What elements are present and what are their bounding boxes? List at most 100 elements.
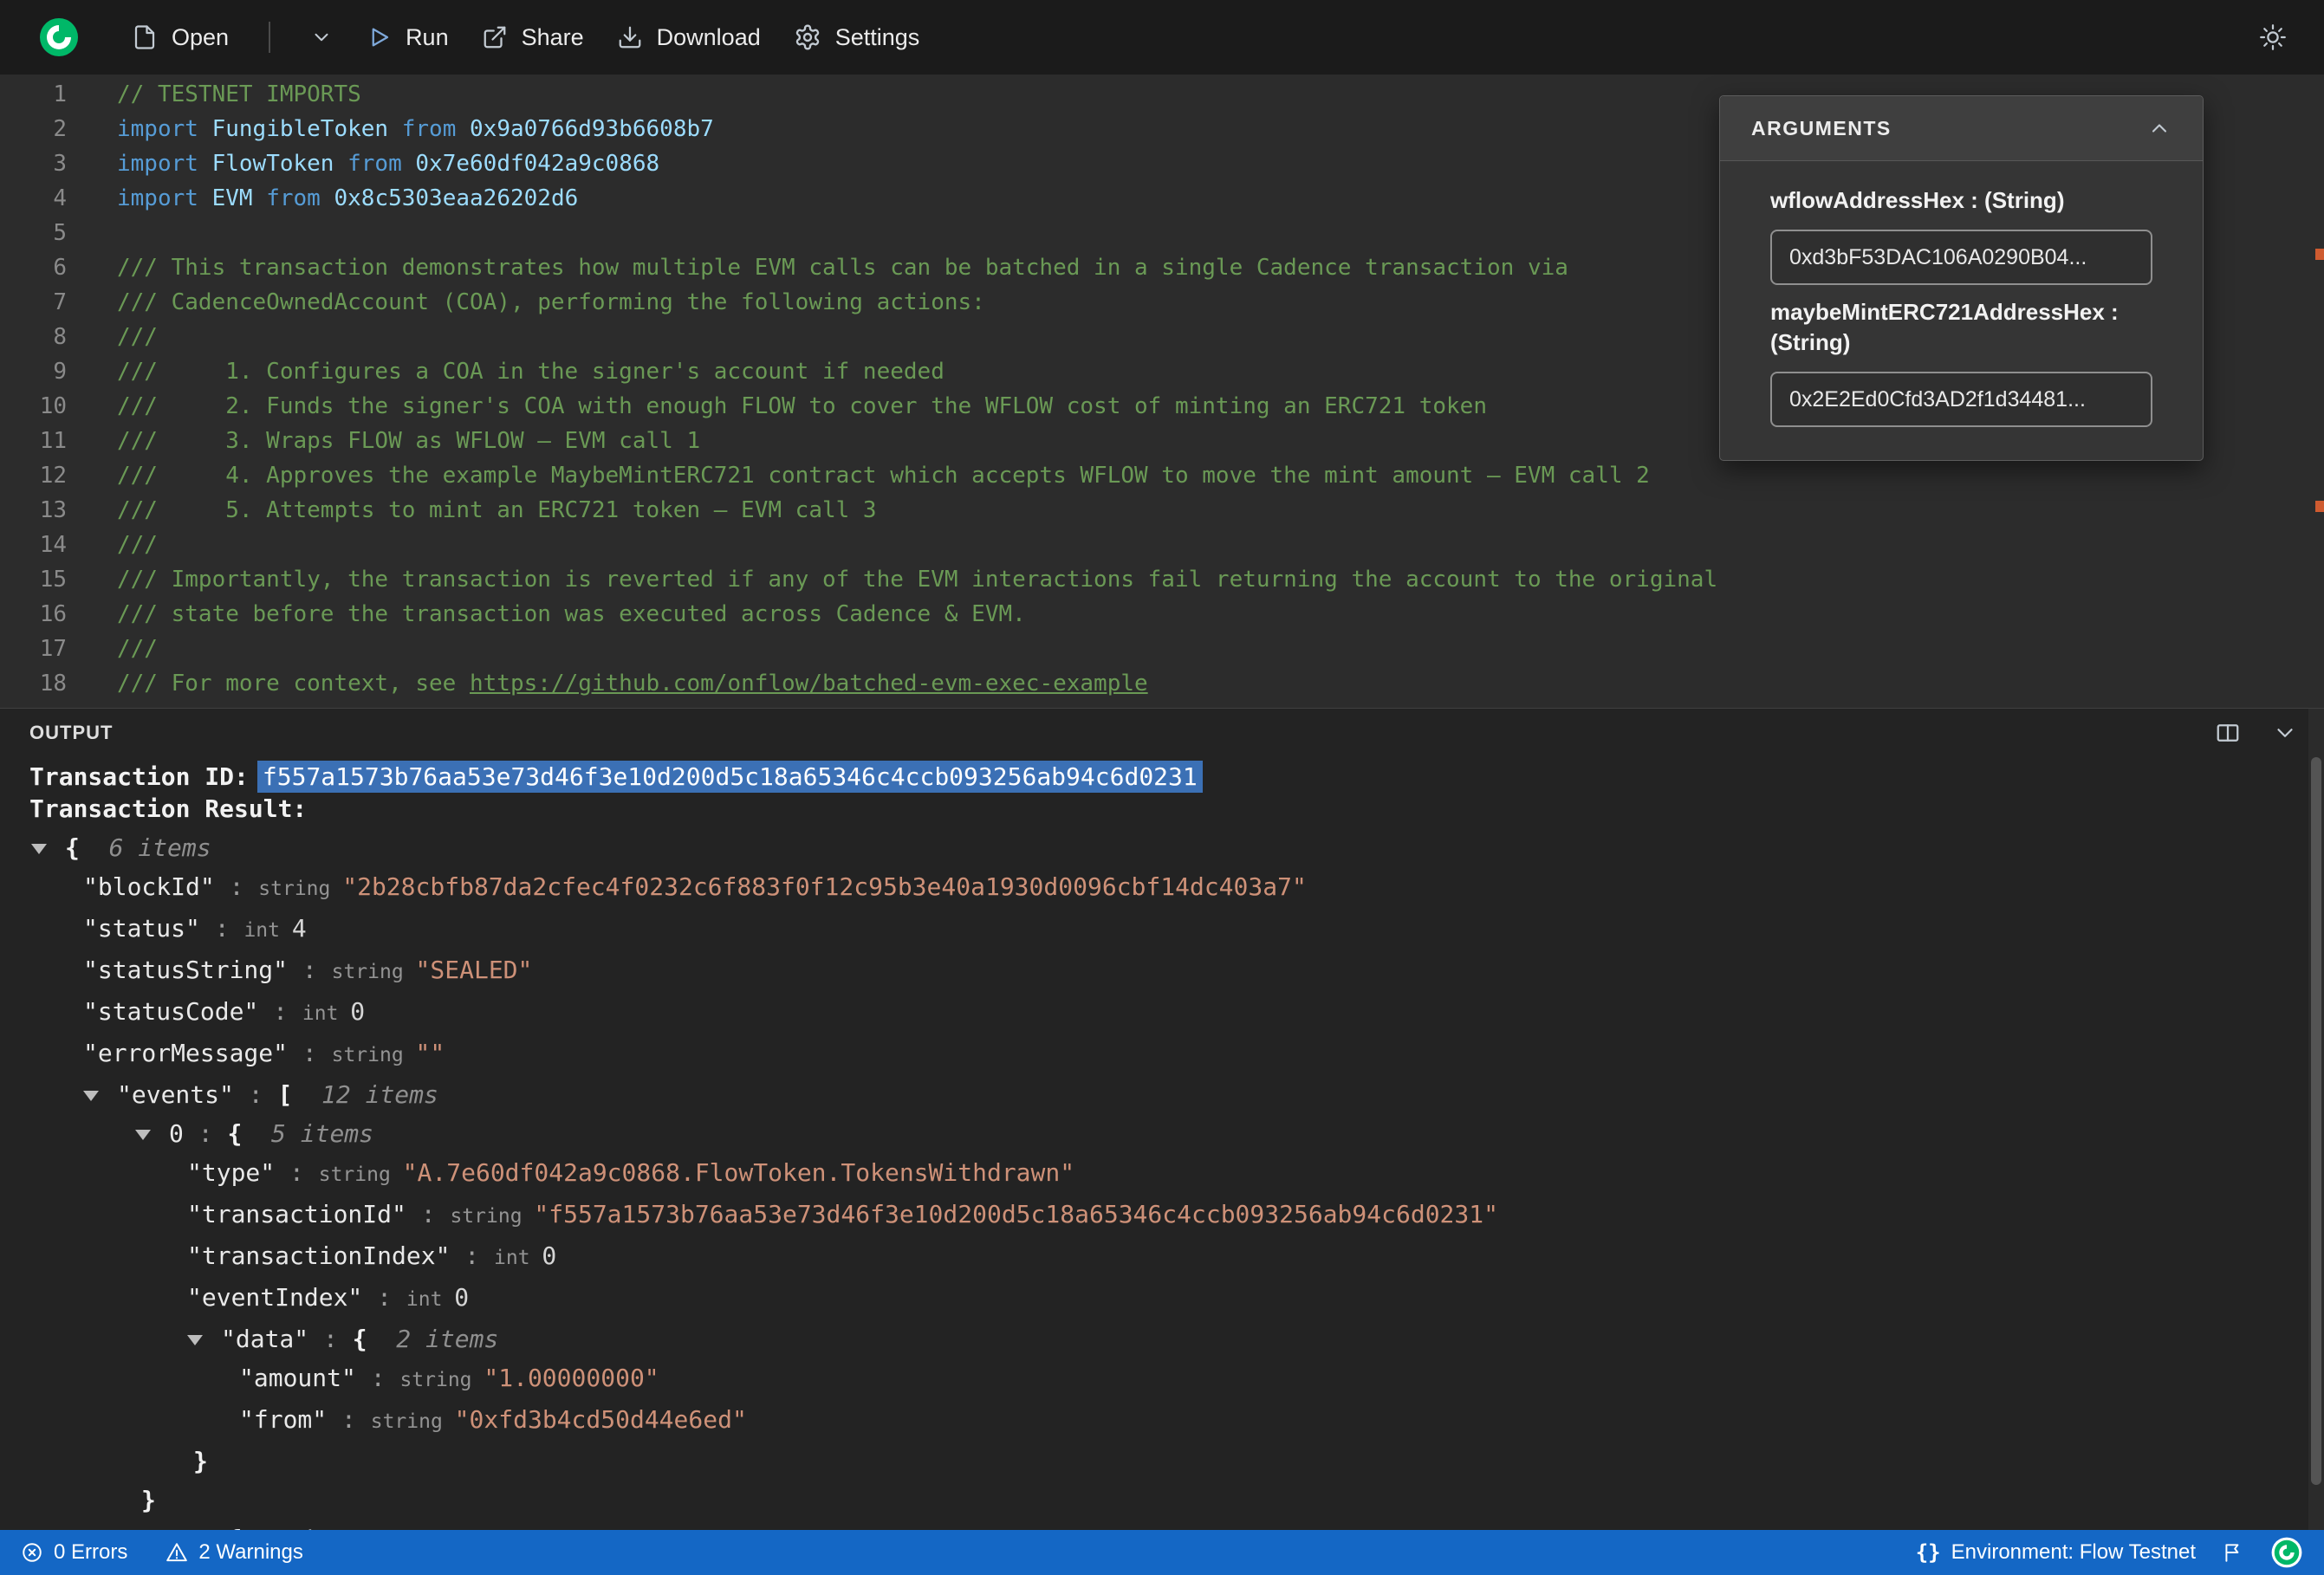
output-scrollbar[interactable] [2308,709,2324,1530]
line-number: 1 [53,81,67,107]
run-button[interactable]: Run [366,24,449,51]
token: : [406,1200,451,1228]
token: 4 [291,914,307,943]
overview-warning-marker [2315,501,2324,512]
braces-icon: {} [1915,1540,1941,1565]
open-dropdown-button[interactable] [310,26,333,49]
token: : [308,1325,353,1353]
code-editor[interactable]: 1 // TESTNET IMPORTS 2 import FungibleToken… [0,75,2324,708]
arguments-panel-header: ARGUMENTS [1720,96,2203,161]
tree-row: "errorMessage" : string "" [0,1034,2324,1075]
argument-label-maybeMintERC721AddressHex: maybeMintERC721AddressHex : (String) [1770,299,2119,356]
token: "from" [239,1405,328,1434]
settings-button[interactable]: Settings [794,23,919,51]
share-button-label: Share [521,23,584,50]
token: string [450,1205,535,1228]
line-number: 14 [39,532,67,558]
code-text: /// This transaction demonstrates how mu… [117,255,1568,281]
theme-toggle-button[interactable] [2260,24,2286,50]
code-text: import EVM from 0x8c5303eaa26202d6 [117,185,579,211]
token: { [65,833,80,862]
token: "0xfd3b4cd50d44e6ed" [454,1405,747,1434]
warnings-status[interactable]: 2 Warnings [166,1540,303,1565]
token: : [355,1364,400,1392]
tree-row: "type" : string "A.7e60df042a9c0868.Flow… [0,1153,2324,1195]
line-number: 18 [39,671,67,697]
token: : [288,956,332,984]
overview-warning-marker [2315,249,2324,260]
open-button[interactable]: Open [132,24,229,51]
code-line[interactable]: 18 /// For more context, see https://gith… [0,666,2324,701]
token: string [399,1369,484,1391]
output-panel-header: OUTPUT [0,709,2324,757]
transaction-result-label: Transaction Result: [29,794,308,823]
token: : [275,1158,319,1187]
line-number: 10 [39,393,67,419]
split-view-icon[interactable] [2215,720,2241,746]
sun-icon [2260,24,2286,50]
collapse-arrow-icon[interactable] [135,1130,151,1140]
download-button-label: Download [656,23,761,50]
flag-icon[interactable] [2222,1541,2244,1564]
collapse-output-chevron-icon[interactable] [2272,720,2298,746]
token: } [141,1486,156,1514]
token: 12 items [292,1080,438,1109]
code-text: /// For more context, see https://github… [117,671,1148,697]
output-scrollbar-thumb[interactable] [2311,757,2321,1485]
token: string [318,1163,403,1186]
collapse-arrow-icon[interactable] [31,844,47,854]
play-icon [372,28,389,47]
line-number: 11 [39,428,67,454]
collapse-arrow-icon[interactable] [187,1335,203,1345]
environment-label: Environment: Flow Testnet [1951,1540,2196,1564]
errors-status[interactable]: 0 Errors [21,1540,127,1565]
code-text: import FungibleToken from 0x9a0766d93b66… [117,116,714,142]
token: "type" [187,1158,276,1187]
line-number: 9 [53,359,67,385]
token: int [406,1288,455,1311]
flow-logo-small[interactable] [2270,1536,2303,1569]
environment-selector[interactable]: {} Environment: Flow Testnet [1916,1540,2196,1565]
token: "amount" [239,1364,356,1392]
code-line[interactable]: 17 /// [0,632,2324,666]
code-line[interactable]: 13 /// 5. Attempts to mint an ERC721 toke… [0,493,2324,528]
output-panel-body: Transaction ID: f557a1573b76aa53e73d46f3e… [0,757,2324,1530]
code-line[interactable]: 14 /// [0,528,2324,562]
token: int [302,1002,351,1025]
tree-row: "transactionId" : string "f557a1573b76aa… [0,1195,2324,1236]
toolbar-separator [269,22,271,53]
code-text: /// 1. Configures a COA in the signer's … [117,359,945,385]
tree-row: } [0,1442,2324,1481]
token: string [331,961,416,983]
line-number: 8 [53,324,67,350]
transaction-id-label: Transaction ID: [29,762,249,791]
token: 0 [169,1119,184,1148]
collapse-arrow-icon[interactable] [83,1091,99,1101]
token: 0 [454,1283,470,1312]
token: "transactionId" [187,1200,406,1228]
tree-row: "status" : int 4 [0,909,2324,950]
code-line[interactable]: 15 /// Importantly, the transaction is re… [0,562,2324,597]
code-line[interactable]: 16 /// state before the transaction was e… [0,597,2324,632]
token: } [193,1447,208,1475]
download-button[interactable]: Download [617,24,761,51]
share-button[interactable]: Share [482,24,584,51]
collapse-up-icon[interactable] [2147,116,2171,140]
line-number: 17 [39,636,67,662]
token: "" [415,1039,445,1067]
code-line[interactable]: 12 /// 4. Approves the example MaybeMintE… [0,458,2324,493]
arguments-panel-title: ARGUMENTS [1751,116,1892,139]
tree-row: "from" : string "0xfd3b4cd50d44e6ed" [0,1400,2324,1442]
argument-input-maybeMintERC721AddressHex[interactable] [1770,372,2152,428]
flow-logo [40,18,78,56]
token: int [494,1247,542,1269]
token: { [352,1325,367,1353]
argument-input-wflowAddressHex[interactable] [1770,230,2152,286]
token: "SEALED" [415,956,533,984]
token: 0 [542,1241,557,1270]
token: string [258,878,343,900]
errors-count-label: 0 Errors [54,1540,128,1564]
line-number: 4 [53,185,67,211]
tree-row: { 6 items [0,828,2324,867]
chevron-down-icon [315,33,328,42]
